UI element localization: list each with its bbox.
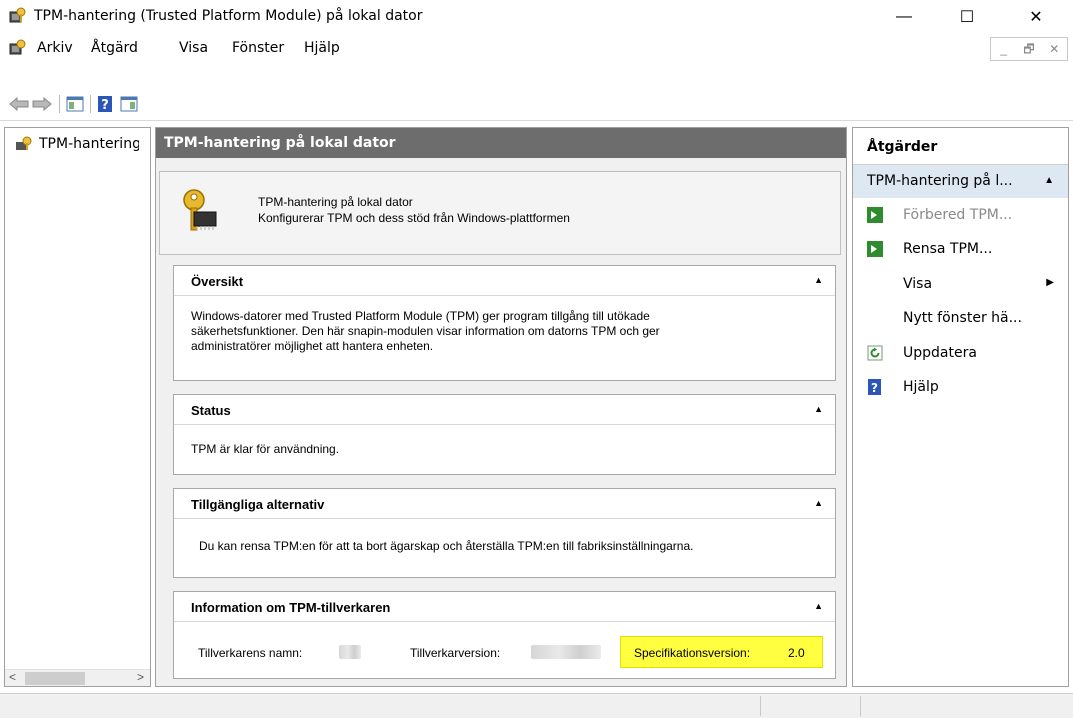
svg-text:?: ? [871, 381, 878, 395]
section-available-options: Tillgängliga alternativ ▲ Du kan rensa T… [173, 488, 836, 578]
show-hide-action-pane-button[interactable] [118, 93, 140, 115]
window-title: TPM-hantering (Trusted Platform Module) … [34, 8, 423, 24]
forward-button[interactable] [31, 93, 53, 115]
scroll-thumb[interactable] [25, 672, 85, 685]
tree-item-label: TPM-hantering på lokal dator [39, 136, 139, 152]
mdi-restore-button[interactable]: 🗗 [1016, 38, 1041, 60]
actions-pane: Åtgärder TPM-hantering på l... ▲ Förbere… [852, 127, 1069, 687]
status-bar [0, 693, 1073, 718]
collapse-icon[interactable]: ▲ [814, 601, 823, 611]
menu-atgard[interactable]: Åtgärd [91, 40, 138, 56]
action-label: Visa [903, 276, 933, 292]
scroll-right-icon[interactable]: > [137, 670, 144, 684]
status-text: TPM är klar för användning. [191, 442, 340, 456]
minimize-button[interactable]: — [881, 0, 927, 33]
mdi-close-button[interactable]: ✕ [1042, 38, 1067, 60]
results-header: TPM-hantering på lokal dator [156, 128, 846, 158]
collapse-icon[interactable]: ▲ [814, 275, 823, 285]
section-overview: Översikt ▲ Windows-datorer med Trusted P… [173, 265, 836, 381]
section-manufacturer-header[interactable]: Information om TPM-tillverkaren ▲ [174, 592, 835, 622]
menu-fonster[interactable]: Fönster [232, 40, 284, 56]
maximize-button[interactable]: ☐ [944, 0, 990, 33]
section-title: Översikt [191, 274, 244, 289]
menu-visa[interactable]: Visa [179, 40, 208, 56]
help-button[interactable]: ? [94, 93, 116, 115]
maximize-icon: ☐ [959, 8, 975, 26]
menu-bar: Arkiv Åtgärd Visa Fönster Hjälp _ 🗗 ✕ [0, 33, 1073, 63]
section-title: Information om TPM-tillverkaren [191, 600, 391, 615]
results-pane: TPM-hantering på lokal dator TPM-hanteri… [155, 127, 847, 687]
overview-line: administratörer möjlighet att hantera en… [191, 339, 434, 353]
console-tree: TPM-hantering på lokal dator < > [4, 127, 151, 687]
scroll-left-icon[interactable]: < [9, 670, 16, 684]
submenu-arrow-icon: ▶ [1046, 277, 1054, 288]
section-options-header[interactable]: Tillgängliga alternativ ▲ [174, 489, 835, 519]
tree-item-tpm[interactable]: TPM-hantering på lokal dator [15, 136, 139, 152]
action-new-window[interactable]: Nytt fönster hä... [853, 303, 1068, 333]
show-hide-console-tree-icon [66, 96, 84, 112]
manufacturer-version-value-redacted [531, 645, 601, 659]
toolbar: ? [0, 89, 1073, 119]
action-label: Hjälp [903, 379, 939, 395]
spec-version-label: Specifikationsversion: [634, 646, 751, 660]
spec-version-value: 2.0 [788, 646, 805, 660]
action-refresh[interactable]: Uppdatera [853, 338, 1068, 368]
tpm-key-icon [9, 7, 26, 23]
back-button[interactable] [8, 93, 30, 115]
mdi-window-controls: _ 🗗 ✕ [990, 37, 1068, 61]
overview-line: säkerhetsfunktioner. Den här snapin-modu… [191, 324, 660, 338]
forward-arrow-icon [32, 97, 52, 111]
overview-line: Windows-datorer med Trusted Platform Mod… [191, 309, 650, 323]
manufacturer-name-label: Tillverkarens namn: [198, 646, 303, 660]
collapse-icon[interactable]: ▲ [814, 404, 823, 414]
close-button[interactable]: ✕ [1013, 0, 1059, 33]
action-label: Rensa TPM... [903, 241, 993, 257]
tpm-chip-key-icon [183, 189, 217, 231]
help-icon: ? [868, 379, 881, 395]
mdi-minimize-button[interactable]: _ [991, 38, 1016, 60]
intro-title: TPM-hantering på lokal dator [258, 195, 413, 209]
menu-hjalp[interactable]: Hjälp [304, 40, 340, 56]
section-title: Status [191, 403, 231, 418]
title-bar: TPM-hantering (Trusted Platform Module) … [0, 0, 1073, 33]
green-arrow-icon [867, 241, 883, 257]
section-overview-header[interactable]: Översikt ▲ [174, 266, 835, 296]
manufacturer-version-label: Tillverkarversion: [410, 646, 501, 660]
close-icon: ✕ [1029, 8, 1043, 26]
intro-panel: TPM-hantering på lokal dator Konfigurera… [159, 171, 841, 255]
actions-title: Åtgärder [867, 139, 938, 155]
green-arrow-icon [867, 207, 883, 223]
section-manufacturer-info: Information om TPM-tillverkaren ▲ Tillve… [173, 591, 836, 679]
actions-group-title: TPM-hantering på l... [867, 173, 1013, 189]
show-hide-console-tree-button[interactable] [64, 93, 86, 115]
action-view[interactable]: Visa ▶ [853, 269, 1068, 299]
intro-description: Konfigurerar TPM och dess stöd från Wind… [258, 211, 570, 225]
action-clear-tpm[interactable]: Rensa TPM... [853, 234, 1068, 264]
tpm-key-icon [16, 136, 32, 150]
horizontal-scrollbar[interactable]: < > [5, 669, 150, 686]
system-menu-icon[interactable] [8, 39, 26, 57]
section-title: Tillgängliga alternativ [191, 497, 325, 512]
collapse-icon[interactable]: ▲ [814, 498, 823, 508]
manufacturer-name-value-redacted [339, 645, 361, 659]
refresh-icon [867, 345, 883, 361]
svg-text:?: ? [101, 98, 109, 113]
menu-arkiv[interactable]: Arkiv [37, 40, 73, 56]
options-text: Du kan rensa TPM:en för att ta bort ägar… [199, 539, 694, 553]
back-arrow-icon [9, 97, 29, 111]
section-status-header[interactable]: Status ▲ [174, 395, 835, 425]
show-hide-action-pane-icon [120, 96, 138, 112]
action-help[interactable]: ? Hjälp [853, 372, 1068, 402]
action-label: Uppdatera [903, 345, 977, 361]
action-label: Nytt fönster hä... [903, 310, 1022, 326]
actions-header: Åtgärder [853, 128, 1068, 165]
action-prepare-tpm[interactable]: Förbered TPM... [853, 200, 1068, 230]
section-status: Status ▲ TPM är klar för användning. [173, 394, 836, 475]
minimize-icon: — [896, 7, 912, 25]
actions-group-header[interactable]: TPM-hantering på l... ▲ [853, 165, 1068, 198]
collapse-icon[interactable]: ▲ [1044, 175, 1054, 186]
help-icon: ? [98, 96, 112, 113]
action-label: Förbered TPM... [903, 207, 1013, 223]
